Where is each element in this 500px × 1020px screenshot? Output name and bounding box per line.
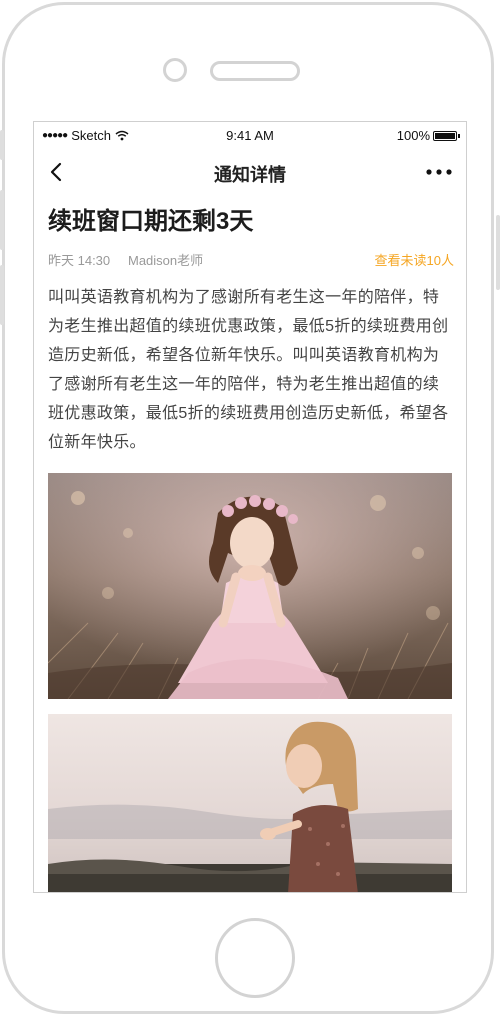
- power-button: [496, 215, 500, 290]
- front-camera: [163, 58, 187, 82]
- volume-down-button: [0, 265, 4, 325]
- mute-switch: [0, 130, 4, 160]
- status-bar: ●●●●● Sketch 9:41 AM 100%: [34, 122, 466, 148]
- notice-meta: 昨天 14:30 Madison老师 查看未读10人: [48, 250, 454, 268]
- notice-author: Madison老师: [128, 253, 204, 268]
- view-unread-link[interactable]: 查看未读10人: [375, 250, 454, 269]
- notice-photo-girl-blowing[interactable]: [48, 473, 452, 699]
- page-title: 通知详情: [214, 165, 286, 185]
- earpiece-speaker: [210, 61, 300, 81]
- notice-photo-child-profile[interactable]: [48, 714, 452, 892]
- notice-content: 续班窗口期还剩3天 昨天 14:30 Madison老师 查看未读10人 叫叫英…: [48, 202, 454, 892]
- battery-icon: [433, 130, 460, 141]
- more-horizontal-icon[interactable]: [424, 160, 454, 184]
- screen: ●●●●● Sketch 9:41 AM 100% 通知详情 续班窗口期还剩3天: [33, 121, 467, 893]
- navigation-bar: 通知详情: [34, 152, 466, 192]
- home-button[interactable]: [215, 918, 295, 998]
- notice-title: 续班窗口期还剩3天: [48, 208, 254, 235]
- notice-time: 昨天 14:30: [48, 253, 111, 268]
- chevron-left-icon[interactable]: [46, 160, 70, 184]
- notice-body: 叫叫英语教育机构为了感谢所有老生这一年的陪伴，特为老生推出超值的续班优惠政策，最…: [48, 289, 449, 451]
- battery-percent: 100%: [396, 128, 430, 143]
- volume-up-button: [0, 190, 4, 250]
